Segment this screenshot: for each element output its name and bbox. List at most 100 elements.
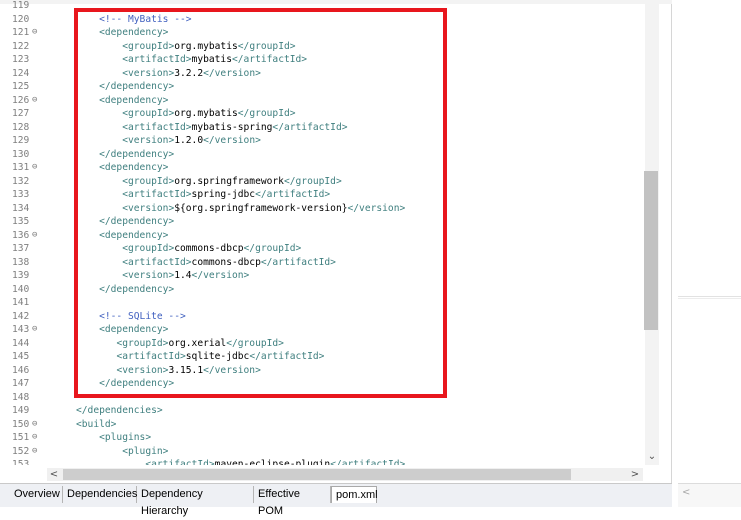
xml-tag: <dependency> [99,94,169,106]
code-line[interactable]: 124 <version>3.2.2</version> [0,67,645,81]
code-line[interactable]: 134 <version>${org.springframework-versio… [0,202,645,216]
fold-toggle-icon[interactable]: ⊖ [32,229,37,243]
code-line[interactable]: 120 <!-- MyBatis --> [0,13,645,27]
code-line[interactable]: 121 ⊖ <dependency> [0,26,645,40]
right-panel-scroll-left-icon[interactable]: < [682,487,690,498]
fold-toggle-icon[interactable]: ⊖ [32,445,37,459]
fold-toggle-icon[interactable]: ⊖ [32,94,37,108]
code-line[interactable]: 137 <groupId>commons-dbcp</groupId> [0,242,645,256]
code-text: </dependency> [99,80,174,94]
fold-toggle-icon[interactable]: ⊖ [32,161,37,175]
xml-tag: </groupId> [237,108,296,119]
code-line[interactable]: 126 ⊖ <dependency> [0,94,645,108]
xml-tag: </artifactId> [231,54,308,65]
horizontal-scrollbar-thumb[interactable] [63,469,571,480]
code-line[interactable]: 141 [0,296,645,310]
tab-pom-xml[interactable]: pom.xml [331,486,378,503]
code-text: <groupId>org.xerial</groupId> [116,337,284,351]
code-line[interactable]: 125 </dependency> [0,80,645,94]
xml-text: sqlite-jdbc [185,351,250,362]
code-text: <groupId>org.springframework</groupId> [122,175,342,189]
code-line[interactable]: 140 </dependency> [0,283,645,297]
code-line[interactable]: 150 ⊖ <build> [0,418,645,432]
code-line[interactable]: 132 <groupId>org.springframework</groupId… [0,175,645,189]
line-number: 124 [12,67,30,79]
code-line[interactable]: 145 <artifactId>sqlite-jdbc</artifactId> [0,350,645,364]
code-line[interactable]: 136 ⊖ <dependency> [0,229,645,243]
code-line[interactable]: 144 <groupId>org.xerial</groupId> [0,337,645,351]
code-line[interactable]: 146 <version>3.15.1</version> [0,364,645,378]
line-number: 130 [12,148,30,160]
scroll-right-icon[interactable]: > [628,468,642,481]
xml-tag: <artifactId> [122,189,192,200]
code-text: </dependency> [99,148,174,162]
xml-tag: <version> [122,67,175,79]
code-line[interactable]: 151 ⊖ <plugins> [0,431,645,445]
xml-text: org.mybatis [174,40,238,52]
code-line[interactable]: 130 </dependency> [0,148,645,162]
code-text: <artifactId>sqlite-jdbc</artifactId> [116,350,324,364]
fold-toggle-icon[interactable]: ⊖ [32,418,37,432]
code-text: <plugin> [122,445,168,459]
xml-tag: </artifactId> [330,459,406,465]
code-text: <artifactId>spring-jdbc</artifactId> [122,188,330,202]
scroll-left-icon[interactable]: < [47,468,61,481]
xml-tag: <version> [122,135,175,146]
code-line[interactable]: 148 [0,391,645,405]
tab-overview[interactable]: Overview [10,486,63,503]
fold-toggle-icon[interactable]: ⊖ [32,431,37,445]
xml-text: spring-jdbc [191,189,256,200]
line-number: 139 [12,270,30,281]
xml-tag: <groupId> [122,40,175,52]
xml-tag: <plugin> [122,445,169,457]
scroll-down-icon[interactable]: ⌄ [645,450,659,464]
xml-tag: <version> [116,364,169,376]
xml-text: ${org.springframework-version} [174,202,348,214]
fold-toggle-icon[interactable]: ⊖ [32,323,37,337]
xml-tag: </groupId> [243,243,302,254]
code-line[interactable]: 133 <artifactId>spring-jdbc</artifactId> [0,188,645,202]
code-line[interactable]: 143 ⊖ <dependency> [0,323,645,337]
line-number: 138 [12,256,30,268]
editor-tabs: Overview Dependencies Dependency Hierarc… [0,483,672,517]
tab-dependency-hierarchy[interactable]: Dependency Hierarchy [137,486,254,517]
xml-tag: </version> [347,202,406,214]
code-line[interactable]: 139 <version>1.4</version> [0,269,645,283]
fold-toggle-icon[interactable]: ⊖ [32,26,37,40]
code-text: <dependency> [99,94,168,108]
code-line[interactable]: 128 <artifactId>mybatis-spring</artifactI… [0,121,645,135]
code-line[interactable]: 127 <groupId>org.mybatis</groupId> [0,107,645,121]
xml-tag: </groupId> [237,40,296,52]
code-line[interactable]: 123 <artifactId>mybatis</artifactId> [0,53,645,67]
code-line[interactable]: 152 ⊖ <plugin> [0,445,645,459]
line-number: 122 [12,40,30,52]
vertical-scrollbar-thumb[interactable] [644,171,658,330]
xml-tag: <version> [122,270,175,281]
editor-lines[interactable]: 119 120 <!-- MyBatis --> 121 ⊖ <dependency> 12… [0,0,645,465]
line-number: 151 [12,432,30,443]
line-number: 132 [12,175,30,187]
code-line[interactable]: 153 <artifactId>maven-eclipse-plugin</art… [0,458,645,465]
code-editor[interactable]: 119 120 <!-- MyBatis --> 121 ⊖ <dependency> 12… [0,0,672,517]
code-line[interactable]: 129 <version>1.2.0</version> [0,134,645,148]
xml-tag: </dependency> [99,283,175,295]
xml-tag: <groupId> [122,243,175,254]
line-number: 135 [12,216,30,227]
line-number: 149 [12,405,30,416]
code-line[interactable]: 135 </dependency> [0,215,645,229]
code-line[interactable]: 149 </dependencies> [0,404,645,418]
code-text: <dependency> [99,229,168,243]
code-line[interactable]: 142 <!-- SQLite --> [0,310,645,324]
code-line[interactable]: 131 ⊖ <dependency> [0,161,645,175]
code-line[interactable]: 119 [0,0,645,13]
code-line[interactable]: 147 </dependency> [0,377,645,391]
code-line[interactable]: 122 <groupId>org.mybatis</groupId> [0,40,645,54]
tab-effective-pom[interactable]: Effective POM [254,486,331,517]
line-number: 134 [12,202,30,214]
tab-dependencies[interactable]: Dependencies [63,486,137,503]
code-line[interactable]: 138 <artifactId>commons-dbcp</artifactId> [0,256,645,270]
line-number: 153 [12,459,30,465]
code-text: <version>3.2.2</version> [122,67,261,81]
xml-tag: </groupId> [226,337,284,349]
code-text: <dependency> [99,161,168,175]
